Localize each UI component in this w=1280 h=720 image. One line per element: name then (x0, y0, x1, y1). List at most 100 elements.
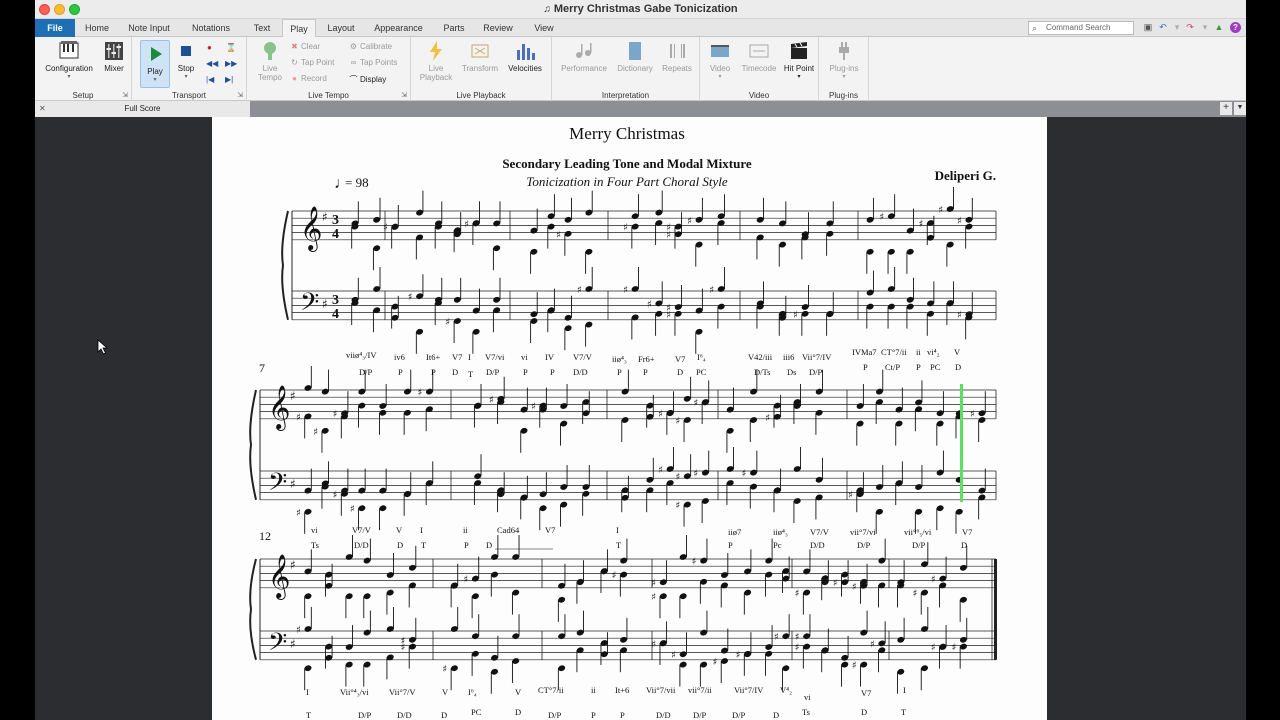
undo-icon[interactable]: ↶ (1157, 22, 1169, 33)
tempo-marking: = 98 (345, 175, 369, 190)
sharp-accidental-icon: ♯ (383, 223, 388, 234)
stop-label: Stop (177, 64, 195, 73)
fast-forward-icon[interactable]: ▶▶ (225, 59, 237, 68)
redo-dropdown-icon[interactable]: ▾ (1199, 22, 1211, 33)
setup-group-label: Setup (72, 91, 94, 100)
sharp-accidental-icon: ♯ (852, 582, 857, 593)
lightning-icon (430, 41, 442, 61)
roman-numeral: Fr6+ (638, 354, 655, 364)
video-icon (711, 45, 729, 57)
redo-icon[interactable]: ↷ (1184, 22, 1196, 33)
transform-button[interactable]: Transform (460, 40, 500, 73)
tab-layout[interactable]: Layout (323, 19, 359, 37)
velocities-button[interactable]: Velocities (502, 40, 548, 73)
display-button[interactable]: ⌒ Display (349, 74, 387, 85)
score-page[interactable]: 𝄞 𝄢 ♯ ♯ 3 3 4 4 𝄞 𝄢 ♯ ♯ 𝄞 𝄢 ♯ ♯ ♯ ♯ ♯ ♯ ♯ ♯ ♯ ♯ ♯ ♯ ♯ ♯ ♯ ♯ ♯ ♯ ♯ ♯ ♯ ♯ ♯ ♯ ♯… (212, 117, 1047, 720)
hit-point-button[interactable]: Hit Point ▾ (782, 40, 816, 80)
bass-clef-icon: 𝄢 (300, 288, 319, 323)
calibrate-button[interactable]: ⚙ Calibrate (349, 42, 392, 51)
tab-appearance[interactable]: Appearance (371, 19, 426, 37)
sharp-accidental-icon: ♯ (736, 650, 741, 661)
tab-text[interactable]: Text (247, 19, 277, 37)
live-playback-button[interactable]: Live Playback (414, 40, 458, 82)
dictionary-button[interactable]: Dictionary (614, 40, 656, 73)
tab-home[interactable]: Home (79, 19, 115, 37)
command-search-input[interactable]: ⌕ Command Search (1028, 21, 1134, 35)
stop-button[interactable]: Stop ▾ (172, 40, 200, 80)
tab-view[interactable]: View (530, 19, 558, 37)
live-tempo-button[interactable]: Live Tempo (251, 40, 289, 82)
tab-parts[interactable]: Parts (439, 19, 469, 37)
sharp-accidental-icon: ♯ (401, 643, 406, 654)
roman-numeral: Vii°⁴₃/vi (340, 687, 369, 697)
wait-icon[interactable]: ⌛ (226, 43, 236, 52)
undo-dropdown-icon[interactable]: ▾ (1171, 22, 1183, 33)
function-label: D (961, 540, 967, 550)
score-canvas[interactable]: 𝄞𝄢♯♯3344𝄞𝄢♯♯𝄞𝄢♯♯ ♯♯♯♯♯♯♯♯♯♯♯♯♯♯♯♯♯♯♯♯♯♯♯… (212, 117, 1047, 720)
function-label: P (523, 367, 528, 377)
tab-play[interactable]: Play (282, 19, 316, 38)
record-tempo-button[interactable]: ● Record (290, 74, 327, 83)
save-icon[interactable]: ▣ (1142, 22, 1154, 33)
mixer-button[interactable]: Mixer (101, 40, 127, 73)
key-signature-sharp-icon: ♯ (290, 637, 296, 651)
playback-cursor (960, 384, 963, 502)
timecode-button[interactable]: Timecode (738, 40, 780, 73)
function-label: D/P (857, 540, 871, 550)
tap-point-button[interactable]: ↻ Tap Point (290, 58, 334, 67)
live-tempo-dialog-launcher-icon[interactable]: ⇲ (401, 91, 407, 99)
configuration-label: Configuration (45, 64, 93, 73)
clear-button[interactable]: ✖ Clear (290, 42, 320, 51)
roman-numeral: ii (463, 525, 468, 535)
performance-button[interactable]: Performance (556, 40, 612, 73)
sharp-accidental-icon: ♯ (313, 427, 318, 438)
music-staves: 𝄞𝄢♯♯3344𝄞𝄢♯♯𝄞𝄢♯♯ (249, 206, 997, 663)
tab-file[interactable]: File (35, 19, 75, 37)
tab-full-score[interactable]: ✕ Full Score (35, 101, 250, 117)
sharp-accidental-icon: ♯ (970, 409, 975, 420)
record-icon[interactable]: ● (207, 43, 212, 52)
score-subtitle-2: Tonicization in Four Part Choral Style (526, 174, 728, 189)
video-button[interactable]: Video ▾ (704, 40, 736, 80)
tab-review[interactable]: Review (479, 19, 517, 37)
sharp-accidental-icon: ♯ (675, 416, 680, 427)
roman-numeral: viiø⁴₃/IV (346, 350, 377, 360)
transport-dialog-launcher-icon[interactable]: ⇲ (237, 91, 243, 99)
go-to-start-icon[interactable]: |◀ (206, 75, 214, 84)
rewind-icon[interactable]: ◀◀ (206, 59, 218, 68)
treble-clef-icon: 𝄞 (300, 206, 322, 252)
roman-numeral: Vii°7/vii (646, 685, 676, 695)
timecode-label: Timecode (741, 64, 777, 73)
add-tab-icon[interactable]: + (1220, 102, 1232, 115)
close-tab-icon[interactable]: ✕ (39, 101, 46, 117)
function-label: D/D (573, 367, 588, 377)
treble-clef-icon: 𝄞 (268, 554, 290, 600)
configuration-button[interactable]: Configuration ▾ (39, 40, 99, 80)
ribbon-tabs: File Home Note Input Notations Text Play… (35, 19, 1246, 38)
function-label: D (397, 540, 403, 550)
repeats-button[interactable]: Repeats (658, 40, 696, 73)
sharp-accidental-icon: ♯ (852, 661, 857, 672)
function-label: D/P (359, 367, 373, 377)
tab-menu-icon[interactable]: ▼ (1234, 102, 1246, 115)
play-button[interactable]: Play ▾ (140, 40, 170, 88)
play-icon (151, 47, 162, 61)
sharp-accidental-icon: ♯ (675, 501, 680, 512)
roman-numeral: iv6 (394, 352, 405, 362)
tab-notations[interactable]: Notations (185, 19, 237, 37)
measure-number-7: 7 (259, 361, 265, 375)
function-label: Ts (802, 707, 810, 717)
group-live-playback: Live Playback Transform Velocities Live … (411, 37, 552, 101)
go-to-end-icon[interactable]: ▶| (225, 75, 233, 84)
help-icon[interactable]: ? (1230, 22, 1241, 33)
tap-points-button[interactable]: ∞ Tap Points (349, 58, 398, 67)
upgrade-icon[interactable]: ▲ (1213, 22, 1225, 32)
setup-dialog-launcher-icon[interactable]: ⇲ (122, 91, 128, 99)
function-label: P (431, 367, 436, 377)
function-label: T (616, 540, 622, 550)
live-playback-label: Live Playback (419, 64, 453, 82)
tab-note-input[interactable]: Note Input (123, 19, 175, 37)
sharp-accidental-icon: ♯ (442, 664, 447, 675)
sharp-accidental-icon: ♯ (666, 223, 671, 234)
plugins-button[interactable]: Plug-ins ▾ (823, 40, 865, 80)
